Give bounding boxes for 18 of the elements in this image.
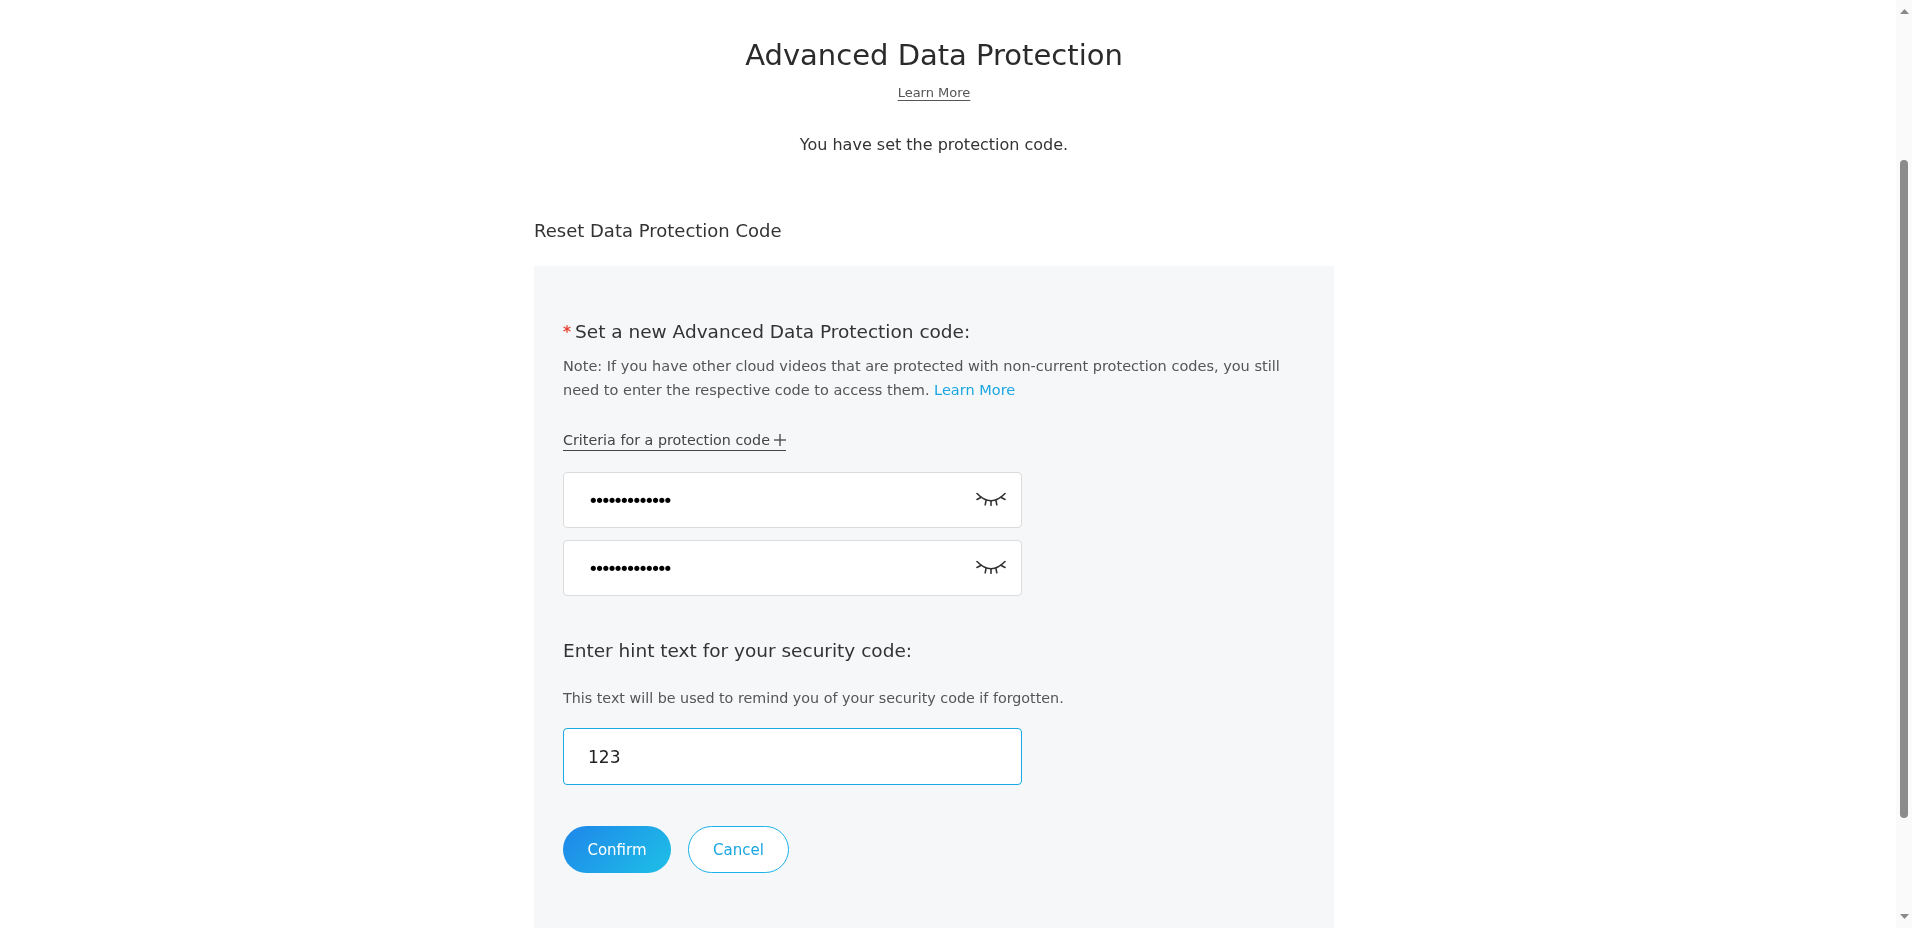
note-text: Note: If you have other cloud videos that are protected with non-current protection codes, you still need to enter the respective code to access them. Learn More xyxy=(563,357,1281,400)
section-title: Reset Data Protection Code xyxy=(534,219,783,243)
criteria-link[interactable]: Criteria for a protection code xyxy=(563,430,786,451)
code-field[interactable]: ••••••••••••• xyxy=(563,472,1022,528)
scroll-up-icon[interactable] xyxy=(1899,9,1909,14)
scrollbar-thumb[interactable] xyxy=(1900,160,1908,818)
code-field[interactable]: ••••••••••••• xyxy=(563,540,1022,596)
hint-label: Enter hint text for your security code: xyxy=(563,639,913,663)
scrollbar[interactable] xyxy=(1896,0,1912,928)
hint-field[interactable]: 123 xyxy=(563,728,1022,785)
learn-more-link[interactable]: Learn More xyxy=(897,84,971,102)
hint-description: This text will be used to remind you of your security code if forgotten. xyxy=(563,689,1064,708)
scroll-down-icon[interactable] xyxy=(1899,914,1909,919)
closed-eye-icon[interactable] xyxy=(976,492,1006,506)
closed-eye-icon[interactable] xyxy=(976,560,1006,574)
status-message: You have set the protection code. xyxy=(799,134,1069,156)
page-title: Advanced Data Protection xyxy=(745,37,1123,74)
code-label: Set a new Advanced Data Protection code: xyxy=(575,320,971,344)
